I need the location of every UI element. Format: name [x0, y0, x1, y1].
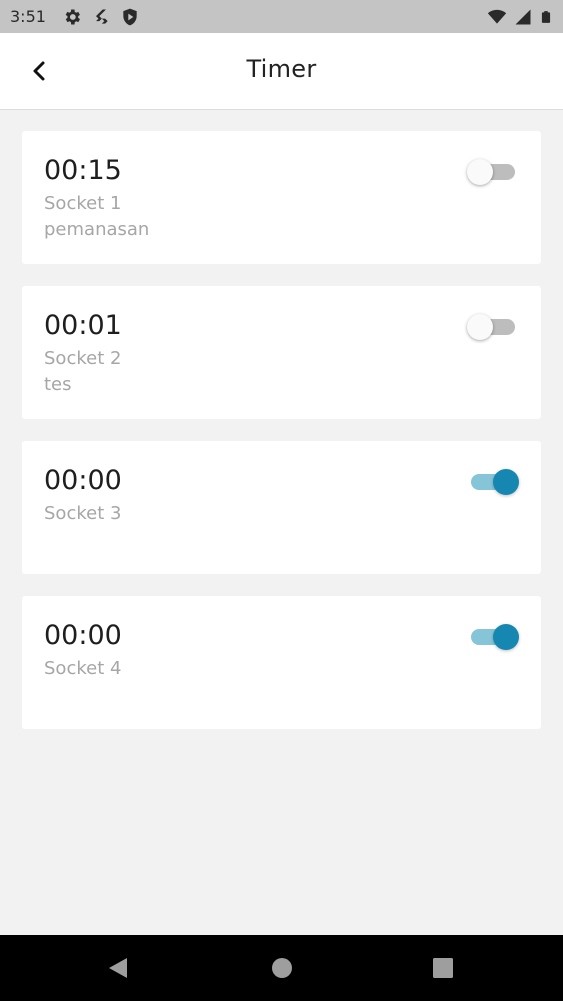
recents-square-icon[interactable] [430, 955, 456, 981]
status-time: 3:51 [10, 7, 46, 26]
toggle-thumb [467, 159, 493, 185]
status-bar: 3:51 [0, 0, 563, 33]
timer-note: pemanasan [44, 219, 150, 240]
wifi-icon [487, 9, 507, 24]
timer-toggle[interactable] [467, 467, 519, 497]
system-nav-bar [0, 935, 563, 1001]
status-left-icons [62, 7, 140, 27]
shield-icon [123, 8, 137, 26]
back-triangle-icon[interactable] [105, 955, 131, 981]
status-right-icons [487, 7, 553, 27]
timer-card[interactable]: 00:01 Socket 2 tes [22, 286, 541, 419]
battery-icon [541, 11, 551, 23]
toggle-thumb [493, 469, 519, 495]
timer-toggle[interactable] [467, 622, 519, 652]
timer-socket-label: Socket 4 [44, 658, 122, 679]
timer-toggle[interactable] [467, 157, 519, 187]
timer-note: tes [44, 374, 72, 395]
home-circle-icon[interactable] [269, 955, 295, 981]
gear-icon [65, 9, 80, 25]
timer-time: 00:01 [44, 310, 122, 341]
timer-socket-label: Socket 1 [44, 193, 122, 214]
timer-time: 00:00 [44, 465, 122, 496]
timer-card[interactable]: 00:15 Socket 1 pemanasan [22, 131, 541, 264]
timer-time: 00:00 [44, 620, 122, 651]
timer-card[interactable]: 00:00 Socket 4 [22, 596, 541, 729]
timer-list: 00:15 Socket 1 pemanasan 00:01 Socket 2 … [22, 131, 541, 751]
page-title: Timer [246, 55, 317, 83]
flutter-icon [96, 9, 108, 24]
timer-time: 00:15 [44, 155, 122, 186]
toggle-thumb [493, 624, 519, 650]
timer-toggle[interactable] [467, 312, 519, 342]
app-bar: Timer [0, 33, 563, 110]
signal-icon [515, 9, 531, 25]
toggle-thumb [467, 314, 493, 340]
timer-card[interactable]: 00:00 Socket 3 [22, 441, 541, 574]
timer-socket-label: Socket 3 [44, 503, 122, 524]
timer-socket-label: Socket 2 [44, 348, 122, 369]
